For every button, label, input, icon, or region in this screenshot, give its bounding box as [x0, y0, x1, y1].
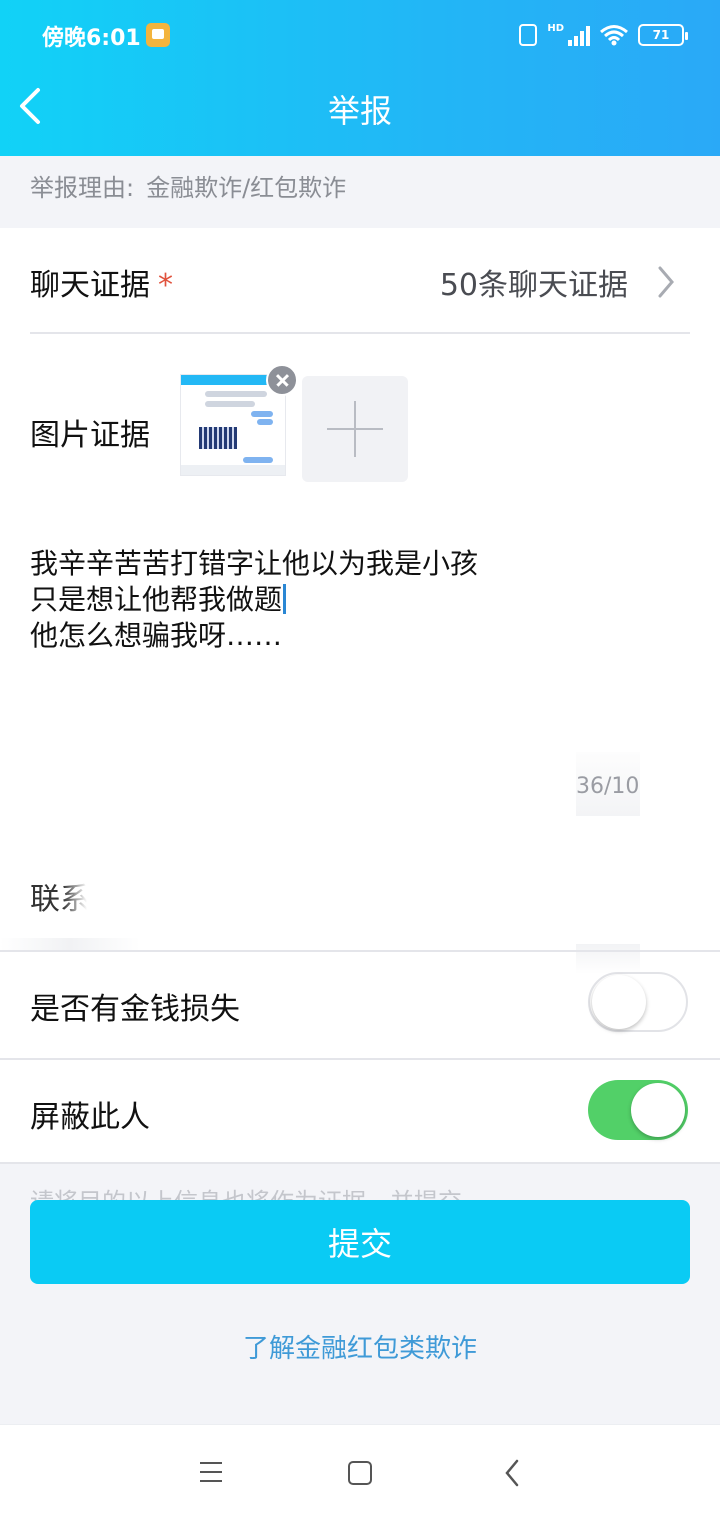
fade-overlay	[0, 938, 140, 950]
char-counter: 36/100	[576, 752, 640, 816]
header-bar: 傍晚6:01 HD 71 举报	[0, 0, 720, 156]
menu-icon[interactable]	[200, 1462, 222, 1482]
status-bar: 傍晚6:01 HD 71	[0, 0, 720, 70]
reason-label: 举报理由:	[30, 174, 135, 202]
submit-button[interactable]: 提交	[30, 1200, 690, 1284]
money-loss-label: 是否有金钱损失	[30, 992, 240, 1027]
back-icon[interactable]	[504, 1459, 520, 1487]
hint-text: 请将目的以上信息也将作为证据，并提交	[30, 1188, 462, 1202]
learn-fraud-link[interactable]: 了解金融红包类欺诈	[0, 1328, 720, 1365]
chat-evidence-row[interactable]: 聊天证据 * 50条聊天证据	[30, 228, 690, 334]
description-line: 我辛辛苦苦打错字让他以为我是小孩	[30, 547, 479, 580]
chevron-right-icon	[658, 266, 674, 298]
money-loss-row: 是否有金钱损失	[0, 952, 720, 1056]
contact-label: 联系	[30, 882, 90, 917]
home-icon[interactable]	[348, 1461, 372, 1485]
report-reason: 举报理由: 金融欺诈/红包欺诈	[0, 156, 720, 228]
description-line: 他怎么想骗我呀……	[30, 619, 283, 652]
battery-level: 71	[652, 28, 670, 42]
text-caret	[283, 584, 287, 614]
required-mark: *	[158, 268, 173, 303]
money-loss-toggle[interactable]	[588, 972, 688, 1032]
block-user-label: 屏蔽此人	[30, 1100, 150, 1135]
signal-icon	[568, 24, 590, 46]
status-icons: HD 71	[519, 20, 688, 50]
rotation-lock-icon	[519, 24, 538, 46]
image-evidence-label: 图片证据	[30, 418, 150, 453]
battery-icon: 71	[638, 24, 688, 46]
reason-value: 金融欺诈/红包欺诈	[146, 174, 347, 202]
page-title: 举报	[327, 92, 392, 130]
remove-image-icon[interactable]	[266, 364, 298, 396]
block-user-row: 屏蔽此人	[0, 1060, 720, 1164]
add-image-button[interactable]	[302, 376, 408, 482]
chat-evidence-value: 50条聊天证据	[439, 268, 628, 303]
description-textarea[interactable]: 我辛辛苦苦打错字让他以为我是小孩 只是想让他帮我做题 他怎么想骗我呀……	[30, 546, 670, 654]
hd-indicator: HD	[547, 23, 564, 34]
image-evidence-row: 图片证据	[30, 360, 690, 500]
system-nav-bar	[0, 1424, 720, 1520]
wifi-icon	[600, 25, 628, 46]
block-user-toggle[interactable]	[588, 1080, 688, 1140]
status-time: 傍晚6:01	[42, 26, 141, 51]
chat-evidence-label: 聊天证据 *	[30, 268, 173, 303]
description-line: 只是想让他帮我做题	[30, 583, 283, 616]
notification-icon	[146, 23, 170, 47]
